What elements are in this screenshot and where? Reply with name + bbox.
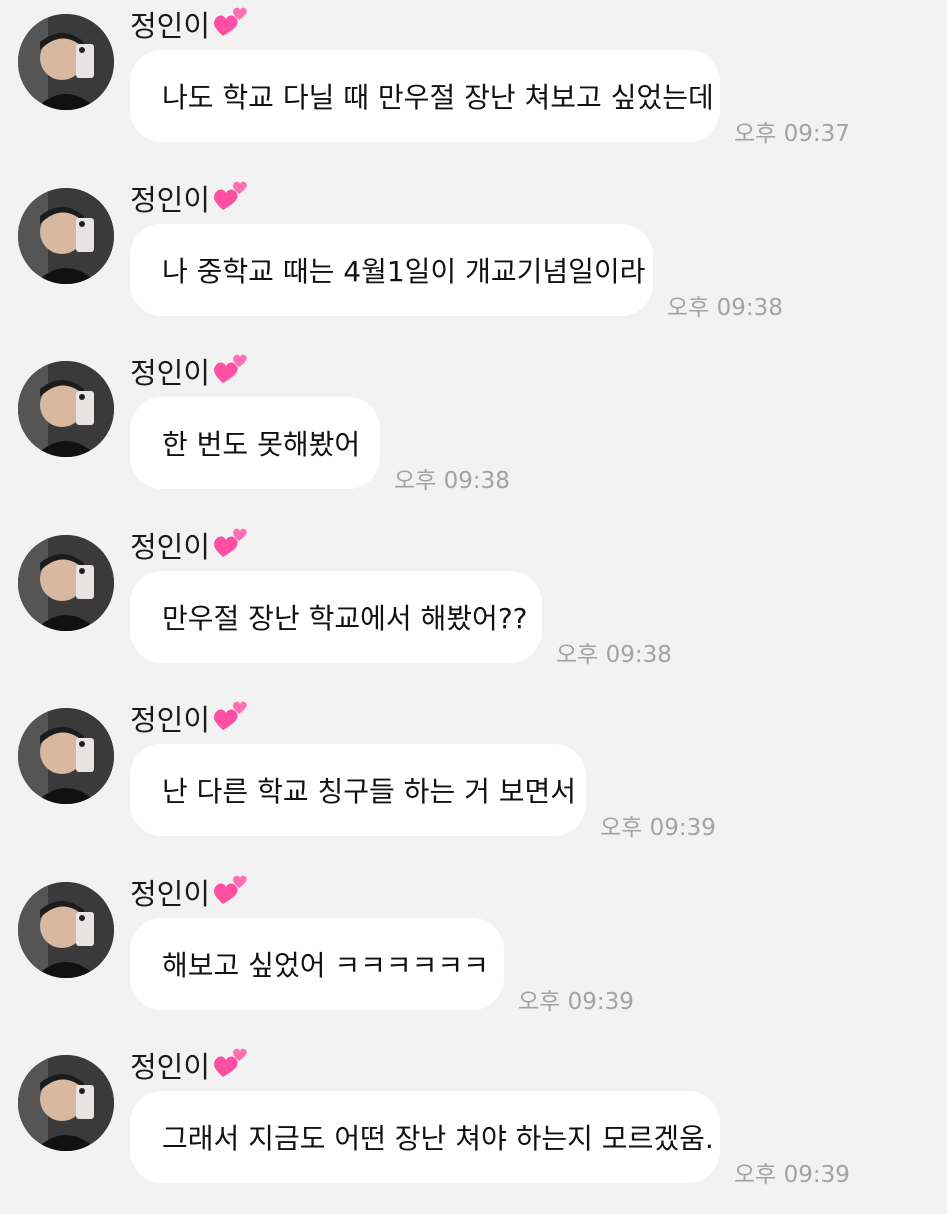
message-time: 오후 09:39 xyxy=(600,815,716,841)
sender-row: 정인이 xyxy=(130,872,250,912)
chat-message: 정인이 나도 학교 다닐 때 만우절 장난 쳐보고 싶었는데 오후 09:37 xyxy=(0,0,947,173)
chat-message: 정인이 그래서 지금도 어떤 장난 쳐야 하는지 모르겠움. 오후 09:39 xyxy=(0,1041,947,1214)
chat-message: 정인이 해보고 싶었어 ㅋㅋㅋㅋㅋㅋ 오후 09:39 xyxy=(0,868,947,1041)
message-bubble[interactable]: 만우절 장난 학교에서 해봤어?? xyxy=(130,571,542,663)
avatar[interactable] xyxy=(18,882,114,978)
message-text: 난 다른 학교 칭구들 하는 거 보면서 xyxy=(162,775,577,808)
message-bubble[interactable]: 그래서 지금도 어떤 장난 쳐야 하는지 모르겠움. xyxy=(130,1091,720,1183)
sender-row: 정인이 xyxy=(130,178,250,218)
message-bubble[interactable]: 해보고 싶었어 ㅋㅋㅋㅋㅋㅋ xyxy=(130,918,504,1010)
sender-name: 정인이 xyxy=(130,9,211,43)
two-hearts-icon xyxy=(212,523,250,559)
message-text: 나도 학교 다닐 때 만우절 장난 쳐보고 싶었는데 xyxy=(162,81,714,114)
two-hearts-icon xyxy=(212,1043,250,1079)
chat-message: 정인이 만우절 장난 학교에서 해봤어?? 오후 09:38 xyxy=(0,521,947,694)
two-hearts-icon xyxy=(212,2,250,38)
message-time: 오후 09:38 xyxy=(394,468,510,494)
avatar[interactable] xyxy=(18,535,114,631)
message-text: 한 번도 못해봤어 xyxy=(162,428,361,461)
sender-row: 정인이 xyxy=(130,698,250,738)
sender-row: 정인이 xyxy=(130,525,250,565)
two-hearts-icon xyxy=(212,870,250,906)
sender-name: 정인이 xyxy=(130,703,211,737)
avatar[interactable] xyxy=(18,361,114,457)
sender-row: 정인이 xyxy=(130,4,250,44)
message-time: 오후 09:38 xyxy=(667,295,783,321)
message-time: 오후 09:39 xyxy=(518,989,634,1015)
message-text: 나 중학교 때는 4월1일이 개교기념일이라 xyxy=(162,255,646,288)
sender-row: 정인이 xyxy=(130,351,250,391)
two-hearts-icon xyxy=(212,349,250,385)
chat-message: 정인이 나 중학교 때는 4월1일이 개교기념일이라 오후 09:38 xyxy=(0,174,947,347)
avatar[interactable] xyxy=(18,708,114,804)
avatar[interactable] xyxy=(18,188,114,284)
message-bubble[interactable]: 나도 학교 다닐 때 만우절 장난 쳐보고 싶었는데 xyxy=(130,50,720,142)
message-time: 오후 09:39 xyxy=(734,1162,850,1188)
message-text: 그래서 지금도 어떤 장난 쳐야 하는지 모르겠움. xyxy=(162,1122,714,1155)
sender-name: 정인이 xyxy=(130,183,211,217)
chat-message: 정인이 난 다른 학교 칭구들 하는 거 보면서 오후 09:39 xyxy=(0,694,947,867)
sender-name: 정인이 xyxy=(130,877,211,911)
sender-name: 정인이 xyxy=(130,530,211,564)
chat-message: 정인이 한 번도 못해봤어 오후 09:38 xyxy=(0,347,947,520)
message-bubble[interactable]: 나 중학교 때는 4월1일이 개교기념일이라 xyxy=(130,224,653,316)
sender-name: 정인이 xyxy=(130,356,211,390)
message-time: 오후 09:38 xyxy=(556,642,672,668)
avatar[interactable] xyxy=(18,14,114,110)
two-hearts-icon xyxy=(212,696,250,732)
avatar[interactable] xyxy=(18,1055,114,1151)
sender-name: 정인이 xyxy=(130,1050,211,1084)
message-text: 해보고 싶었어 ㅋㅋㅋㅋㅋㅋ xyxy=(162,949,489,982)
sender-row: 정인이 xyxy=(130,1045,250,1085)
message-text: 만우절 장난 학교에서 해봤어?? xyxy=(162,602,528,635)
two-hearts-icon xyxy=(212,176,250,212)
message-time: 오후 09:37 xyxy=(734,121,850,147)
message-bubble[interactable]: 한 번도 못해봤어 xyxy=(130,397,380,489)
message-bubble[interactable]: 난 다른 학교 칭구들 하는 거 보면서 xyxy=(130,744,586,836)
